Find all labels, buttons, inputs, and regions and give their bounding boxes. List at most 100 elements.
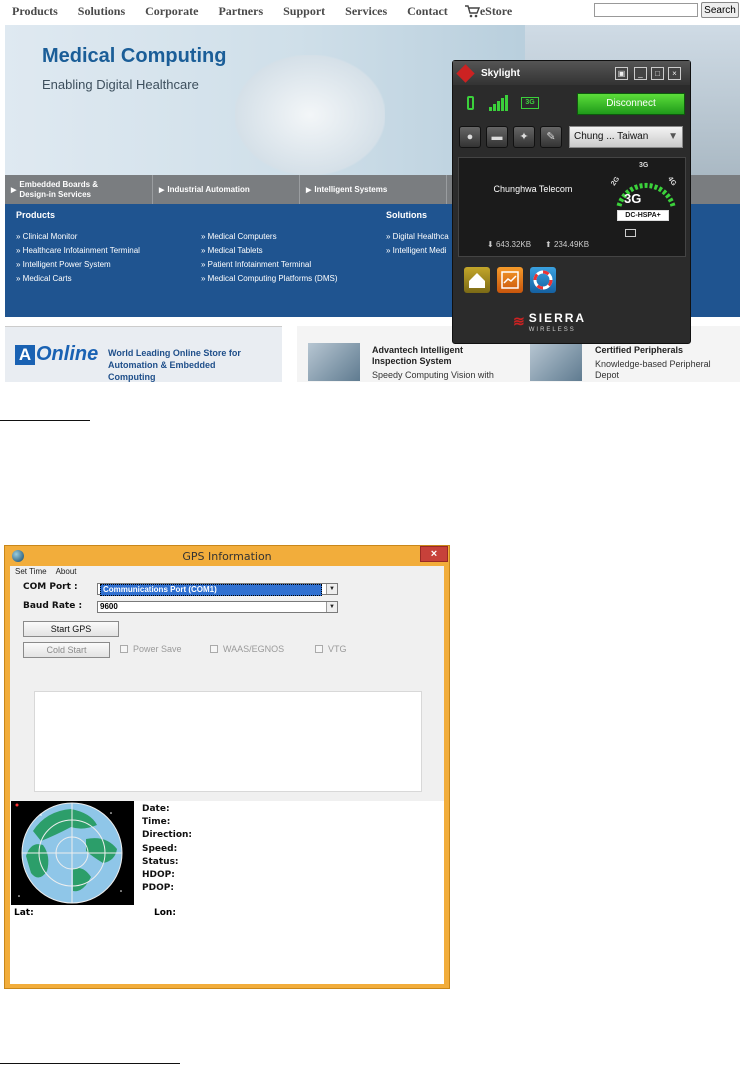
start-gps-button[interactable]: Start GPS bbox=[23, 621, 119, 637]
gps-window-title: GPS Information bbox=[182, 550, 272, 563]
nav-solutions[interactable]: Solutions bbox=[78, 4, 125, 19]
search-input[interactable] bbox=[594, 3, 698, 17]
link-clinical-monitor[interactable]: » Clinical Monitor bbox=[16, 232, 77, 241]
link-medical-computers[interactable]: » Medical Computers bbox=[201, 232, 277, 241]
baud-rate-select[interactable]: 9600 ▼ bbox=[97, 601, 338, 613]
nav-corporate[interactable]: Corporate bbox=[145, 4, 198, 19]
category-label: Intelligent Systems bbox=[314, 185, 388, 194]
sierra-mark-icon: ≋ bbox=[513, 312, 525, 329]
satellite-sky-plot bbox=[11, 801, 134, 905]
hero-subtitle: Enabling Digital Healthcare bbox=[42, 77, 199, 92]
gps-status-area: Date: Time: Direction: Speed: Status: HD… bbox=[10, 801, 444, 984]
skylight-toolbar: ● ▬ ✦ ✎ Chung ... Taiwan ▼ bbox=[459, 125, 685, 151]
category-intelligent-systems[interactable]: ▶ Intelligent Systems bbox=[300, 175, 447, 204]
gauge-main-label: 3G bbox=[624, 191, 642, 206]
category-industrial-automation[interactable]: ▶ Industrial Automation bbox=[153, 175, 300, 204]
help-lifebuoy-icon[interactable] bbox=[530, 267, 556, 293]
menu-bar: Set Time About bbox=[10, 567, 80, 579]
carrier-name: Chunghwa Telecom bbox=[493, 184, 573, 194]
link-patient-infotainment[interactable]: » Patient Infotainment Terminal bbox=[201, 260, 311, 269]
gps-titlebar[interactable]: GPS Information × bbox=[5, 546, 449, 566]
close-button[interactable]: × bbox=[420, 546, 448, 562]
pdop-label: PDOP: bbox=[142, 883, 174, 893]
disconnect-button[interactable]: Disconnect bbox=[577, 93, 685, 115]
link-healthcare-infotainment[interactable]: » Healthcare Infotainment Terminal bbox=[16, 246, 140, 255]
aonline-banner[interactable]: A Online World Leading Online Store for … bbox=[5, 326, 282, 382]
com-port-select[interactable]: Communications Port (COM1) ▼ bbox=[97, 583, 338, 596]
sierra-logo-icon bbox=[456, 64, 475, 83]
peripherals-image[interactable] bbox=[530, 343, 582, 381]
cart-icon bbox=[464, 4, 480, 17]
nav-contact[interactable]: Contact bbox=[407, 4, 448, 19]
chevron-down-icon[interactable]: ▼ bbox=[326, 602, 337, 612]
baud-rate-value: 9600 bbox=[100, 602, 118, 611]
gauge-3g-small-label: 3G bbox=[639, 162, 649, 169]
modem-icon[interactable]: ▬ bbox=[486, 126, 508, 148]
search-button[interactable]: Search bbox=[701, 2, 739, 18]
baud-rate-label: Baud Rate : bbox=[23, 601, 83, 611]
chevron-down-icon[interactable]: ▼ bbox=[326, 584, 337, 594]
nav-support[interactable]: Support bbox=[283, 4, 325, 19]
triangle-right-icon: ▶ bbox=[159, 186, 165, 194]
skylight-status-row: 3G Disconnect bbox=[459, 91, 685, 117]
com-port-value: Communications Port (COM1) bbox=[100, 584, 322, 596]
close-icon[interactable]: × bbox=[668, 67, 681, 80]
com-port-label: COM Port : bbox=[23, 582, 78, 592]
network-select[interactable]: Chung ... Taiwan ▼ bbox=[569, 126, 683, 148]
restore-icon[interactable]: ▣ bbox=[615, 67, 628, 80]
chat-bubble-icon[interactable]: ● bbox=[459, 126, 481, 148]
minimize-icon[interactable]: _ bbox=[634, 67, 647, 80]
link-intelligent-medical[interactable]: » Intelligent Medi bbox=[386, 246, 446, 255]
satellite-icon[interactable]: ✦ bbox=[513, 126, 535, 148]
nav-partners[interactable]: Partners bbox=[218, 4, 263, 19]
wrench-icon[interactable]: ✎ bbox=[540, 126, 562, 148]
link-medical-tablets[interactable]: » Medical Tablets bbox=[201, 246, 263, 255]
nav-services[interactable]: Services bbox=[345, 4, 387, 19]
date-label: Date: bbox=[142, 804, 170, 814]
nav-products[interactable]: Products bbox=[12, 4, 58, 19]
maximize-icon[interactable]: □ bbox=[651, 67, 664, 80]
aonline-tagline: World Leading Online Store for Automatio… bbox=[108, 348, 241, 382]
status-label: Status: bbox=[142, 857, 179, 867]
time-label: Time: bbox=[142, 817, 171, 827]
promo2-title[interactable]: Certified Peripherals bbox=[595, 345, 683, 356]
battery-icon bbox=[467, 96, 474, 110]
menu-about[interactable]: About bbox=[56, 567, 77, 579]
solutions-heading: Solutions bbox=[386, 210, 427, 220]
waas-egnos-checkbox[interactable]: WAAS/EGNOS bbox=[210, 644, 284, 654]
promo1-subtitle: Speedy Computing Vision with bbox=[372, 370, 494, 380]
longitude-label: Lon: bbox=[154, 908, 176, 918]
vtg-checkbox[interactable]: VTG bbox=[315, 644, 347, 654]
technology-badge: DC-HSPA+ bbox=[617, 210, 669, 221]
speed-label: Speed: bbox=[142, 844, 178, 854]
direction-label: Direction: bbox=[142, 830, 193, 840]
category-label: Industrial Automation bbox=[167, 185, 250, 194]
chevron-down-icon: ▼ bbox=[668, 131, 678, 142]
link-medical-carts[interactable]: » Medical Carts bbox=[16, 274, 72, 283]
skylight-window: Skylight ▣ _ □ × 3G Disconnect ● ▬ ✦ ✎ C… bbox=[452, 60, 691, 344]
separator-line bbox=[0, 420, 90, 421]
link-digital-healthcare[interactable]: » Digital Healthca bbox=[386, 232, 449, 241]
nav-estore[interactable]: eStore bbox=[464, 4, 512, 19]
skylight-titlebar[interactable]: Skylight ▣ _ □ × bbox=[453, 61, 690, 85]
link-medical-computing-platforms[interactable]: » Medical Computing Platforms (DMS) bbox=[201, 274, 337, 283]
separator-line bbox=[0, 1063, 180, 1064]
gps-client-area: Set Time About COM Port : Communications… bbox=[10, 566, 444, 984]
products-heading: Products bbox=[16, 210, 56, 220]
promo1-title[interactable]: Advantech Intelligent Inspection System bbox=[372, 345, 492, 367]
menu-set-time[interactable]: Set Time bbox=[15, 567, 47, 579]
inspection-system-image[interactable] bbox=[308, 343, 360, 381]
gps-information-window: GPS Information × Set Time About COM Por… bbox=[4, 545, 450, 989]
power-save-checkbox[interactable]: Power Save bbox=[120, 644, 182, 654]
envelope-icon[interactable] bbox=[625, 229, 636, 237]
network-type-badge: 3G bbox=[521, 97, 539, 109]
cold-start-button[interactable]: Cold Start bbox=[23, 642, 110, 658]
usage-chart-icon[interactable] bbox=[497, 267, 523, 293]
category-embedded-boards[interactable]: ▶ Embedded Boards & Design-in Services bbox=[5, 175, 153, 204]
link-intelligent-power[interactable]: » Intelligent Power System bbox=[16, 260, 111, 269]
website-screenshot: Products Solutions Corporate Partners Su… bbox=[0, 0, 740, 382]
aonline-logo: A Online bbox=[15, 343, 98, 366]
nmea-output-box[interactable] bbox=[34, 691, 422, 792]
promo2-subtitle: Knowledge-based Peripheral Depot bbox=[595, 359, 711, 380]
home-icon[interactable] bbox=[464, 267, 490, 293]
